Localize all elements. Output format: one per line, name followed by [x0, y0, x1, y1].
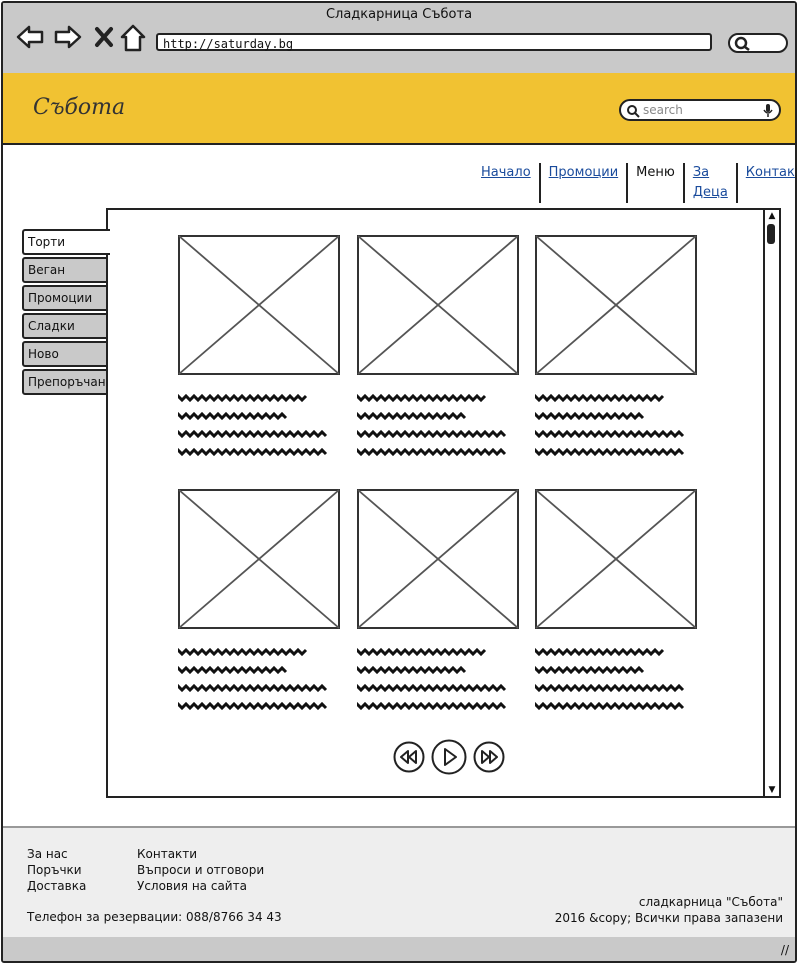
copyright-line-2: 2016 &copy; Всички права запазени [554, 911, 783, 925]
tab-promotions[interactable]: Промоции [22, 285, 108, 311]
scrollbar-thumb[interactable] [767, 224, 775, 244]
top-navigation: Начало Промоции Меню За Деца Контакти [473, 163, 795, 203]
product-image-placeholder[interactable] [178, 489, 340, 629]
nav-item-contacts[interactable]: Контакти [735, 163, 795, 203]
search-placeholder: search [643, 103, 683, 117]
product-description-placeholder [176, 646, 328, 711]
product-image-placeholder[interactable] [178, 235, 340, 375]
tab-vegan[interactable]: Веган [22, 257, 108, 283]
forward-icon[interactable] [53, 23, 83, 51]
product-image-placeholder[interactable] [535, 489, 697, 629]
footer-link-faq[interactable]: Въпроси и отговори [137, 862, 264, 878]
product-card[interactable] [533, 489, 697, 721]
product-description-placeholder [533, 646, 685, 711]
search-icon [627, 105, 640, 118]
site-footer: За нас Поръчки Доставка Контакти Въпроси… [3, 826, 795, 942]
site-header: Събота search [3, 73, 795, 145]
nav-current-menu: Меню [636, 165, 675, 180]
product-card[interactable] [176, 489, 340, 721]
play-icon[interactable] [430, 738, 468, 776]
nav-link-contacts[interactable]: Контакти [746, 165, 795, 180]
nav-item-kids[interactable]: За Деца [682, 163, 736, 203]
back-icon[interactable] [15, 23, 45, 51]
product-description-placeholder [355, 392, 507, 457]
footer-link-about[interactable]: За нас [27, 846, 86, 862]
nav-item-promotions[interactable]: Промоции [538, 163, 627, 203]
site-search-input[interactable]: search [619, 99, 781, 121]
search-icon [734, 36, 750, 51]
vertical-scrollbar[interactable]: ▲ ▼ [763, 210, 779, 796]
home-icon[interactable] [119, 23, 147, 53]
resize-grip-icon[interactable]: // [781, 943, 789, 957]
browser-window: Сладкарница Събота http://saturday.bg Съ… [1, 1, 797, 963]
rewind-icon[interactable] [392, 740, 426, 774]
scroll-down-icon[interactable]: ▼ [766, 785, 778, 795]
scroll-up-icon[interactable]: ▲ [766, 211, 778, 221]
window-title: Сладкарница Събота [325, 7, 473, 22]
footer-link-orders[interactable]: Поръчки [27, 862, 86, 878]
product-description-placeholder [355, 646, 507, 711]
footer-phone: Телефон за резервации: 088/8766 34 43 [27, 910, 282, 924]
product-card[interactable] [355, 235, 519, 467]
footer-link-contacts[interactable]: Контакти [137, 846, 264, 862]
stop-icon[interactable] [93, 23, 115, 51]
product-image-placeholder[interactable] [357, 235, 519, 375]
tab-sweets[interactable]: Сладки [22, 313, 108, 339]
tab-cakes[interactable]: Торти [22, 229, 110, 255]
status-bar: // [3, 937, 795, 961]
footer-links-column-1: За нас Поръчки Доставка [27, 846, 86, 894]
product-card[interactable] [176, 235, 340, 467]
footer-link-terms[interactable]: Условия на сайта [137, 878, 264, 894]
product-image-placeholder[interactable] [357, 489, 519, 629]
site-logo[interactable]: Събота [33, 95, 125, 120]
address-bar[interactable]: http://saturday.bg [156, 33, 712, 51]
product-grid-panel: ▲ ▼ [106, 208, 781, 798]
product-image-placeholder[interactable] [535, 235, 697, 375]
footer-links-column-2: Контакти Въпроси и отговори Условия на с… [137, 846, 264, 894]
footer-link-delivery[interactable]: Доставка [27, 878, 86, 894]
nav-link-promotions[interactable]: Промоции [549, 165, 619, 180]
browser-toolbar: Сладкарница Събота http://saturday.bg [3, 3, 795, 75]
nav-link-kids[interactable]: За Деца [693, 165, 728, 200]
tab-new[interactable]: Ново [22, 341, 108, 367]
nav-item-menu[interactable]: Меню [626, 163, 683, 203]
nav-link-home[interactable]: Начало [481, 165, 531, 180]
product-description-placeholder [533, 392, 685, 457]
tab-recommended[interactable]: Препоръчано [22, 369, 108, 395]
browser-search-field[interactable] [728, 33, 788, 53]
footer-copyright: сладкарница "Събота" 2016 &copy; Всички … [555, 894, 783, 926]
copyright-line-1: сладкарница "Събота" [638, 895, 783, 909]
fast-forward-icon[interactable] [472, 740, 506, 774]
product-description-placeholder [176, 392, 328, 457]
carousel-controls [392, 738, 506, 776]
nav-item-home[interactable]: Начало [473, 163, 539, 203]
product-card[interactable] [355, 489, 519, 721]
product-card[interactable] [533, 235, 697, 467]
microphone-icon[interactable] [763, 104, 773, 118]
